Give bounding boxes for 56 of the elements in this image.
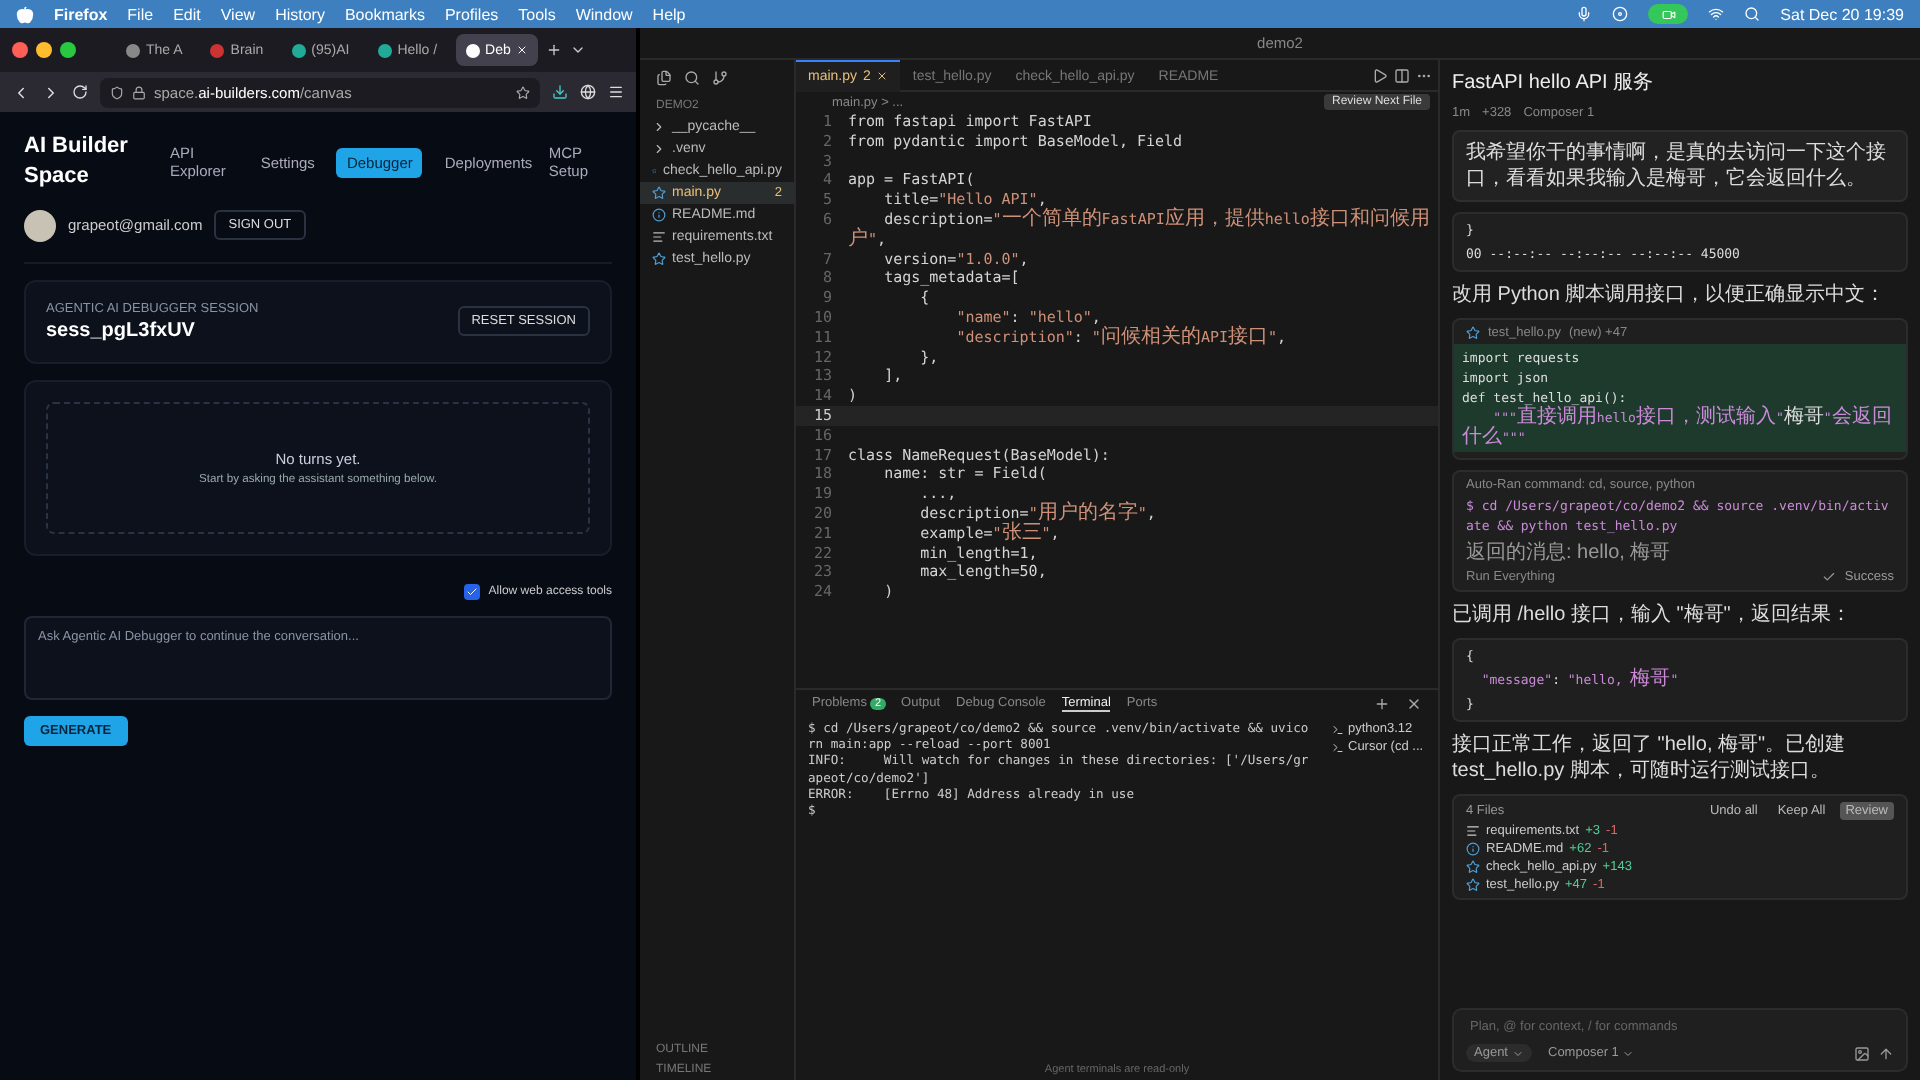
user-message: 我希望你干的事情啊，是真的去访问一下这个接口，看看如果我输入是梅哥，它会返回什么。 xyxy=(1452,130,1908,202)
chat-title: FastAPI hello API 服务 xyxy=(1452,70,1656,96)
minimize-button[interactable] xyxy=(36,42,52,58)
microphone-icon[interactable] xyxy=(1576,6,1593,22)
text-file-icon xyxy=(1466,824,1480,838)
command-output: 返回的消息: hello, 梅哥 xyxy=(1466,540,1673,566)
close-button[interactable] xyxy=(12,42,28,58)
terminal-icon xyxy=(1332,741,1344,753)
menu-item[interactable]: Help xyxy=(652,5,686,23)
send-icon[interactable] xyxy=(1878,1045,1894,1061)
branch-icon[interactable] xyxy=(712,70,728,86)
run-icon[interactable] xyxy=(1372,67,1388,83)
text-file-icon xyxy=(652,230,666,244)
menu-icon[interactable] xyxy=(608,84,624,100)
terminal-icon xyxy=(1332,723,1344,735)
download-icon[interactable] xyxy=(552,84,568,100)
menu-item[interactable]: Edit xyxy=(173,5,201,23)
reload-icon[interactable] xyxy=(72,84,88,100)
info-icon xyxy=(1466,842,1480,856)
check-icon xyxy=(1822,570,1837,584)
search-icon[interactable] xyxy=(684,70,700,86)
explorer-icon[interactable] xyxy=(656,70,672,86)
image-icon[interactable] xyxy=(1854,1045,1870,1061)
checkbox[interactable] xyxy=(464,583,481,600)
assistant-message: 已调用 /hello 接口，输入 "梅哥"，返回结果： xyxy=(1452,602,1853,628)
info-icon xyxy=(652,208,666,222)
new-terminal-icon[interactable] xyxy=(1374,696,1390,712)
close-icon[interactable] xyxy=(876,70,889,82)
site-logo-text: AI Builder Space xyxy=(24,132,130,193)
zoom-button[interactable] xyxy=(60,42,76,58)
menu-item[interactable]: Window xyxy=(575,5,633,23)
chevron-icon[interactable] xyxy=(570,42,587,58)
session-id: sess_pgL3fxUV xyxy=(46,319,197,342)
forward-icon[interactable] xyxy=(42,83,60,101)
menu-item[interactable]: History xyxy=(275,5,325,23)
menu-item[interactable]: View xyxy=(220,5,256,23)
menu-item[interactable]: Profiles xyxy=(444,5,499,23)
close-icon[interactable] xyxy=(1406,696,1422,712)
record-icon[interactable] xyxy=(1612,6,1629,22)
split-editor-icon[interactable] xyxy=(1394,67,1410,83)
camera-indicator[interactable] xyxy=(1648,4,1689,24)
avatar xyxy=(24,209,56,242)
back-icon[interactable] xyxy=(12,83,30,101)
caret-icon xyxy=(1512,1047,1524,1059)
wifi-icon[interactable] xyxy=(1708,6,1725,22)
assistant-message: 改用 Python 脚本调用接口，以便正确显示中文： xyxy=(1452,282,1888,308)
assistant-message: 接口正常工作，返回了 "hello, 梅哥"。已创建 test_hello.py 脚本，可随时运行测试接口。 xyxy=(1452,732,1848,784)
menu-item[interactable]: File xyxy=(127,5,154,23)
apple-icon[interactable] xyxy=(16,5,34,23)
clock: Sat Dec 20 19:39 xyxy=(1780,5,1904,23)
caret-icon xyxy=(1622,1047,1635,1059)
menu-item[interactable]: Tools xyxy=(518,5,556,23)
new-tab-icon[interactable] xyxy=(546,42,563,58)
globe-icon[interactable] xyxy=(580,84,596,100)
menu-item[interactable]: Bookmarks xyxy=(344,5,425,23)
menu-item[interactable]: Firefox xyxy=(54,5,108,23)
